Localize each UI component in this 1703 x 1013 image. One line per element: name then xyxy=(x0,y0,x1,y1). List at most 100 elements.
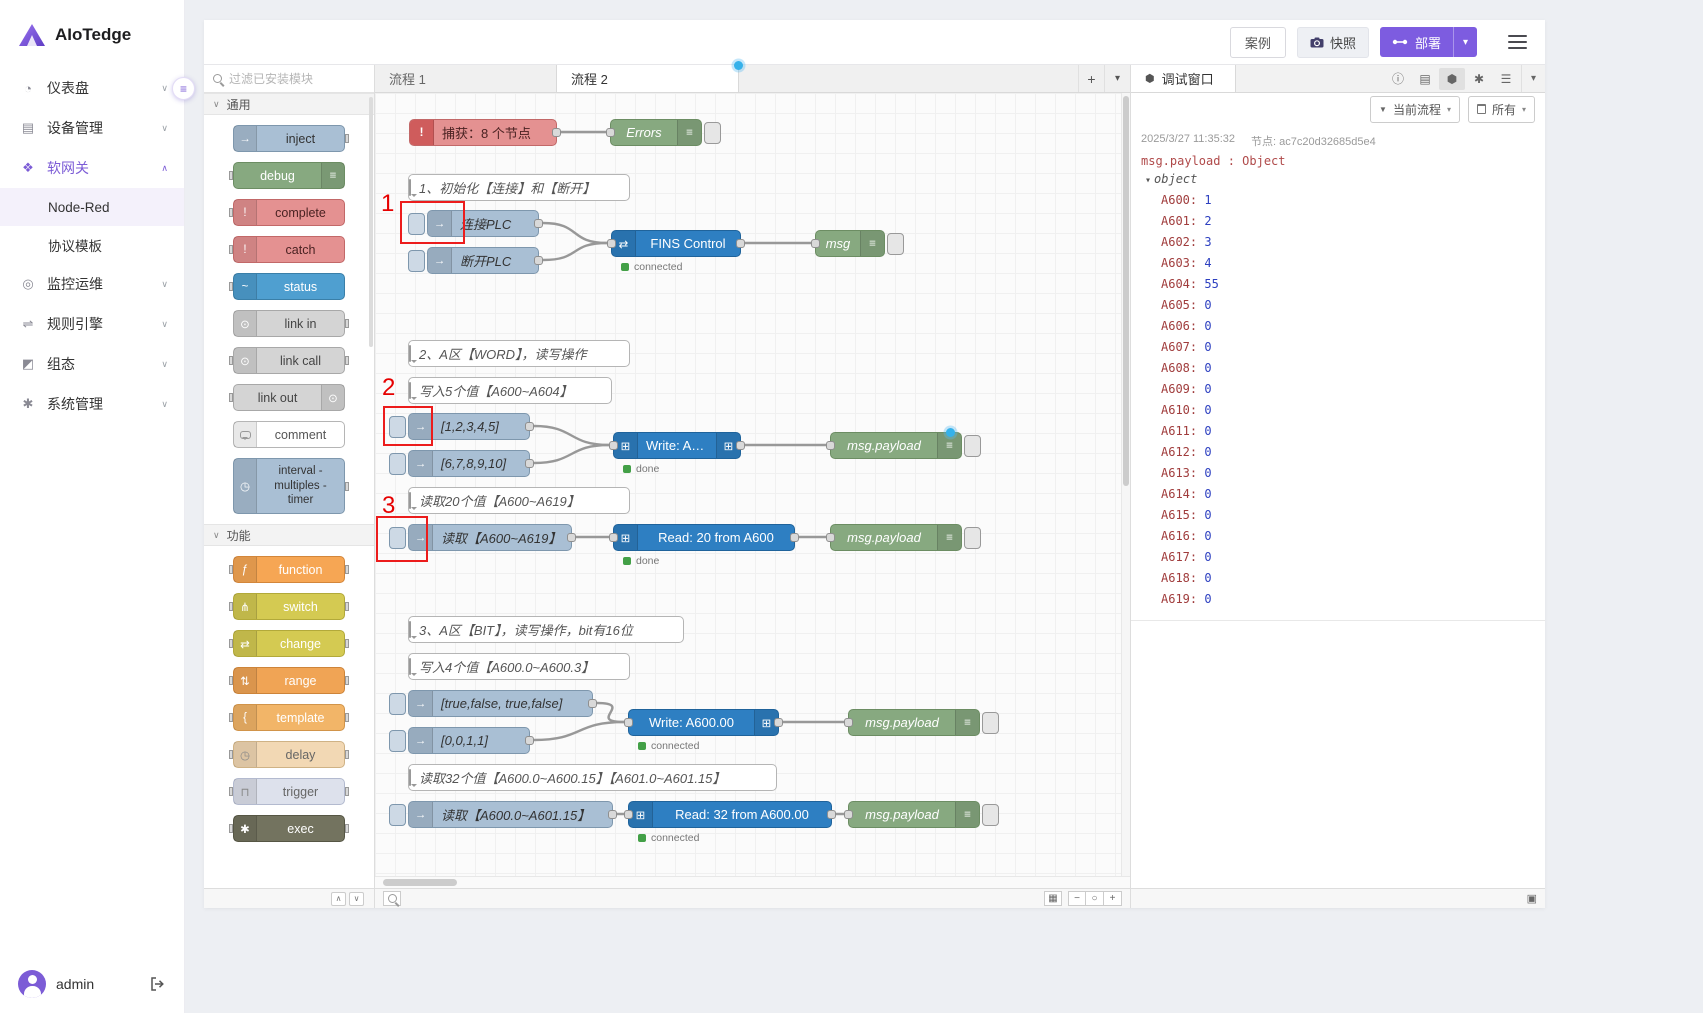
sidebar-item-monitor[interactable]: ◎监控运维∨ xyxy=(0,264,184,304)
sidebar-collapse-button[interactable]: ≡ xyxy=(172,77,195,100)
examples-button[interactable]: 案例 xyxy=(1230,27,1286,58)
debug-tab[interactable]: ⬢ 调试窗口 xyxy=(1131,65,1236,92)
sidebar-item-rules[interactable]: ⇌规则引擎∨ xyxy=(0,304,184,344)
object-entry-row[interactable]: A619: 0 xyxy=(1131,589,1545,610)
context-icon[interactable]: ☰ xyxy=(1493,68,1519,90)
config-icon[interactable]: ✱ xyxy=(1466,68,1492,90)
flow-tab-1[interactable]: 流程 1 xyxy=(375,65,557,92)
palette-section-header[interactable]: ∨功能 xyxy=(204,524,374,546)
sidebar-item-devices[interactable]: ▤设备管理∨ xyxy=(0,108,184,148)
palette-node-delay[interactable]: ◷delay xyxy=(233,741,345,768)
object-entry-row[interactable]: A600: 1 xyxy=(1131,190,1545,211)
palette-node-complete[interactable]: !complete xyxy=(233,199,345,226)
sidebar-subitem-协议模板[interactable]: 协议模板 xyxy=(0,226,184,264)
debug-node[interactable]: msg.payload≡ xyxy=(830,432,962,459)
comment-node[interactable]: 读取20个值【A600~A619】 xyxy=(408,487,630,514)
object-entry-row[interactable]: A601: 2 xyxy=(1131,211,1545,232)
debug-node[interactable]: Errors≡ xyxy=(610,119,702,146)
flow-canvas[interactable]: !捕获：8 个节点Errors≡1、初始化【连接】和【断开】→连接PLC→断开P… xyxy=(375,93,1130,876)
inject-node[interactable]: →断开PLC xyxy=(427,247,539,274)
palette-node-interval-multiples-timer[interactable]: ◷interval - multiples - timer xyxy=(233,458,345,514)
object-root-row[interactable]: ▾object xyxy=(1131,169,1545,190)
debug-toggle-button[interactable] xyxy=(964,435,981,457)
inject-node[interactable]: →[1,2,3,4,5] xyxy=(408,413,530,440)
debug-toggle-button[interactable] xyxy=(704,122,721,144)
proc-node[interactable]: Write: A600.00⊞connected xyxy=(628,709,779,736)
object-entry-row[interactable]: A606: 0 xyxy=(1131,316,1545,337)
proc-node[interactable]: ⊞Write: A600⊞done xyxy=(613,432,741,459)
palette-collapse-all-icon[interactable]: ∧ xyxy=(331,892,346,906)
deploy-options-caret[interactable]: ▾ xyxy=(1454,37,1477,48)
input-port[interactable] xyxy=(826,533,835,542)
debug-icon[interactable]: ⬢ xyxy=(1439,68,1465,90)
sidebar-item-system[interactable]: ✱系统管理∨ xyxy=(0,384,184,424)
inject-button[interactable] xyxy=(389,804,406,826)
navigator-icon[interactable]: ▦ xyxy=(1044,891,1062,906)
palette-scrollbar[interactable] xyxy=(368,93,374,888)
palette-search-input[interactable]: 过滤已安装模块 xyxy=(204,65,374,93)
palette-node-template[interactable]: {template xyxy=(233,704,345,731)
wire[interactable] xyxy=(543,223,607,243)
debug-toggle-button[interactable] xyxy=(964,527,981,549)
comment-node[interactable]: 读取32个值【A600.0~A600.15】【A601.0~A601.15】 xyxy=(408,764,777,791)
inject-node[interactable]: →[6,7,8,9,10] xyxy=(408,450,530,477)
canvas-horizontal-scrollbar[interactable] xyxy=(375,876,1130,888)
inject-button[interactable] xyxy=(389,693,406,715)
output-port[interactable] xyxy=(736,239,745,248)
proc-node[interactable]: ⊞Read: 20 from A600done xyxy=(613,524,795,551)
inject-button[interactable] xyxy=(389,730,406,752)
object-entry-row[interactable]: A617: 0 xyxy=(1131,547,1545,568)
debug-toggle-button[interactable] xyxy=(887,233,904,255)
debug-filter-button[interactable]: ▼ 当前流程 ▾ xyxy=(1370,96,1460,123)
wire[interactable] xyxy=(597,703,624,722)
output-port[interactable] xyxy=(552,128,561,137)
palette-node-function[interactable]: ƒfunction xyxy=(233,556,345,583)
palette-expand-all-icon[interactable]: ∨ xyxy=(349,892,364,906)
palette-node-range[interactable]: ⇅range xyxy=(233,667,345,694)
output-port[interactable] xyxy=(790,533,799,542)
flow-tab-2[interactable]: 流程 2 xyxy=(557,65,739,92)
object-entry-row[interactable]: A609: 0 xyxy=(1131,379,1545,400)
canvas-search-icon[interactable] xyxy=(383,891,401,906)
debug-clear-button[interactable]: 所有 ▾ xyxy=(1468,96,1535,123)
deploy-button[interactable]: 部署 ▾ xyxy=(1380,27,1477,57)
sidebar-item-scada[interactable]: ◩组态∨ xyxy=(0,344,184,384)
object-entry-row[interactable]: A615: 0 xyxy=(1131,505,1545,526)
comment-node[interactable]: 2、A区【WORD】，读写操作 xyxy=(408,340,630,367)
inject-node[interactable]: →读取【A600.0~A601.15】 xyxy=(408,801,613,828)
sidebar-options-caret[interactable]: ▾ xyxy=(1521,65,1545,92)
output-port[interactable] xyxy=(827,810,836,819)
palette-node-link-in[interactable]: ⊙link in xyxy=(233,310,345,337)
input-port[interactable] xyxy=(844,810,853,819)
zoom-reset-button[interactable]: ○ xyxy=(1086,891,1104,906)
input-port[interactable] xyxy=(624,810,633,819)
debug-node[interactable]: msg.payload≡ xyxy=(830,524,962,551)
object-entry-row[interactable]: A613: 0 xyxy=(1131,463,1545,484)
input-port[interactable] xyxy=(606,128,615,137)
palette-node-status[interactable]: ~status xyxy=(233,273,345,300)
palette-node-comment[interactable]: comment xyxy=(233,421,345,448)
object-entry-row[interactable]: A611: 0 xyxy=(1131,421,1545,442)
inject-node[interactable]: →读取【A600~A619】 xyxy=(408,524,572,551)
output-port[interactable] xyxy=(608,810,617,819)
object-entry-row[interactable]: A604: 55 xyxy=(1131,274,1545,295)
output-port[interactable] xyxy=(534,256,543,265)
object-entry-row[interactable]: A610: 0 xyxy=(1131,400,1545,421)
sidebar-item-gateway[interactable]: ❖软网关∧ xyxy=(0,148,184,188)
output-port[interactable] xyxy=(588,699,597,708)
object-entry-row[interactable]: A607: 0 xyxy=(1131,337,1545,358)
add-flow-button[interactable]: + xyxy=(1078,65,1104,92)
inject-button[interactable] xyxy=(389,527,406,549)
zoom-in-button[interactable]: + xyxy=(1104,891,1122,906)
wire[interactable] xyxy=(534,722,624,740)
input-port[interactable] xyxy=(609,533,618,542)
docs-icon[interactable]: ▤ xyxy=(1412,68,1438,90)
object-entry-row[interactable]: A616: 0 xyxy=(1131,526,1545,547)
open-window-icon[interactable]: ▣ xyxy=(1527,892,1537,905)
output-port[interactable] xyxy=(525,422,534,431)
logout-icon[interactable] xyxy=(150,977,166,991)
debug-node[interactable]: msg.payload≡ xyxy=(848,709,980,736)
inject-node[interactable]: →[0,0,1,1] xyxy=(408,727,530,754)
palette-node-link-out[interactable]: link out⊙ xyxy=(233,384,345,411)
palette-node-exec[interactable]: ✱exec xyxy=(233,815,345,842)
